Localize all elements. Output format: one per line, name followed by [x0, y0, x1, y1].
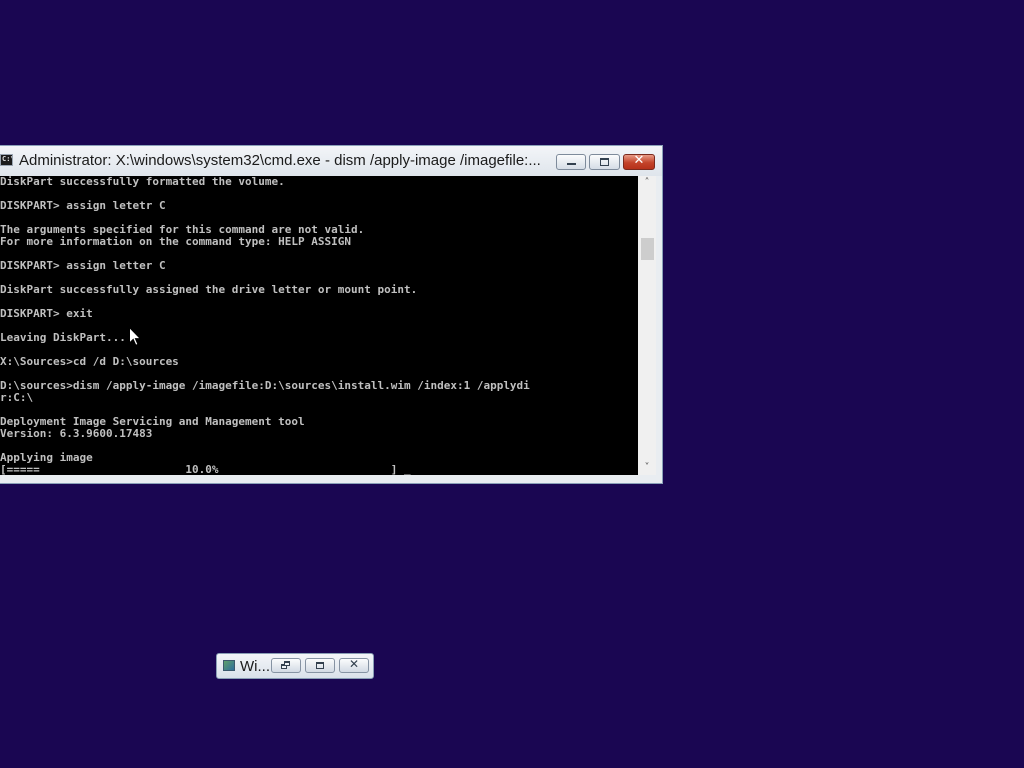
- console-output[interactable]: DiskPart successfully formatted the volu…: [0, 176, 638, 475]
- progress-line: [===== 10.0% ] _: [0, 463, 411, 476]
- scroll-up-icon[interactable]: ˄: [638, 176, 656, 190]
- minimized-window-title: Wi...: [240, 658, 270, 675]
- close-button[interactable]: ✕: [623, 153, 655, 170]
- console-line: DiskPart successfully formatted the volu…: [0, 176, 285, 188]
- maximize-icon: [600, 158, 609, 166]
- minimized-setup-window[interactable]: Wi... ✕: [216, 653, 374, 679]
- maximize-button[interactable]: [589, 154, 620, 170]
- cmd-icon-text: C:\: [2, 155, 12, 163]
- maximize-icon: [316, 662, 324, 669]
- console-line: D:\sources>dism /apply-image /imagefile:…: [0, 379, 530, 392]
- close-icon: ✕: [633, 153, 645, 168]
- title-bar[interactable]: C:\ Administrator: X:\windows\system32\c…: [0, 146, 662, 176]
- minimize-icon: [567, 163, 576, 165]
- close-icon: ✕: [348, 657, 360, 671]
- vertical-scrollbar[interactable]: ˄ ˅: [638, 176, 656, 475]
- console-line: X:\Sources>cd /d D:\sources: [0, 355, 179, 368]
- scroll-down-icon[interactable]: ˅: [638, 461, 656, 475]
- minimize-button[interactable]: [556, 154, 586, 170]
- console-line: Version: 6.3.9600.17483: [0, 427, 153, 440]
- console-line: DiskPart successfully assigned the drive…: [0, 283, 418, 296]
- console-line: DISKPART> exit: [0, 307, 93, 320]
- scroll-thumb[interactable]: [641, 238, 654, 260]
- console-line: DISKPART> assign letetr C: [0, 199, 166, 212]
- mouse-pointer-icon: [129, 327, 141, 346]
- close-button[interactable]: ✕: [339, 657, 369, 673]
- console-line: r:C:\: [0, 391, 34, 404]
- cmd-icon[interactable]: C:\: [0, 154, 13, 166]
- restore-button[interactable]: [271, 658, 301, 673]
- window-title: Administrator: X:\windows\system32\cmd.e…: [19, 152, 541, 169]
- console-line: DISKPART> assign letter C: [0, 259, 166, 272]
- cmd-window[interactable]: C:\ Administrator: X:\windows\system32\c…: [0, 145, 663, 484]
- console-line: Leaving DiskPart...: [0, 331, 126, 344]
- windows-setup-icon: [223, 660, 235, 671]
- maximize-button[interactable]: [305, 658, 335, 673]
- console-line: For more information on the command type…: [0, 235, 351, 248]
- restore-icon: [284, 661, 290, 666]
